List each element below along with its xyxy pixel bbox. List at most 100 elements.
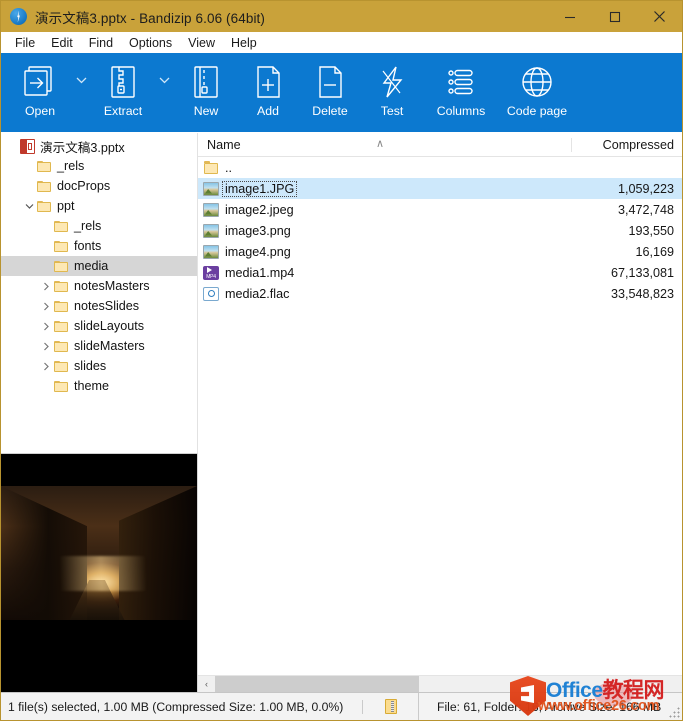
tree-node[interactable]: _rels (1, 216, 197, 236)
tree-node-label: ppt (57, 199, 75, 213)
toolbar-label-columns: Columns (437, 104, 486, 118)
scroll-left-arrow-icon[interactable]: ‹ (198, 676, 215, 693)
table-row[interactable]: image2.jpeg3,472,748 (198, 199, 682, 220)
table-row[interactable]: MP4 media1.mp4 67,133,081 (198, 262, 682, 283)
menu-item-help[interactable]: Help (223, 35, 265, 51)
open-archive-icon (20, 60, 60, 103)
image-icon (203, 203, 219, 217)
folder-icon (37, 200, 52, 213)
chevron-right-icon[interactable] (39, 362, 54, 371)
content-area: 演示文稿3.pptx _rels docProps ppt _relsfonts medi… (1, 133, 682, 692)
preview-building-left (1, 486, 87, 620)
tree-node-label: slideLayouts (74, 319, 144, 333)
column-header-name[interactable]: Name ∧ (198, 138, 571, 152)
tree-node[interactable]: notesSlides (1, 296, 197, 316)
table-row[interactable]: .. (198, 157, 682, 178)
chevron-right-icon[interactable] (39, 342, 54, 351)
tree-node[interactable]: _rels (1, 156, 197, 176)
file-name-cell: media2.flac (198, 287, 571, 301)
preview-sun-rays (60, 556, 146, 591)
folder-icon (37, 160, 52, 173)
menu-item-find[interactable]: Find (81, 35, 121, 51)
toolbar-label-new: New (194, 104, 219, 118)
scrollbar-track[interactable] (419, 676, 682, 693)
toolbar-button-code-page[interactable]: Code page (499, 53, 575, 127)
table-row[interactable]: image4.png16,169 (198, 241, 682, 262)
table-row[interactable]: media2.flac 33,548,823 (198, 283, 682, 304)
file-compressed-size: 33,548,823 (571, 287, 682, 301)
pptx-icon (20, 139, 35, 154)
window-controls (547, 1, 682, 32)
tree-node-label: slideMasters (74, 339, 145, 353)
tree-node[interactable]: ppt (1, 196, 197, 216)
mp4-icon: MP4 (203, 266, 219, 280)
file-name-cell: image1.JPG (198, 182, 571, 196)
horizontal-scrollbar[interactable]: ‹ (198, 675, 682, 692)
chevron-right-icon[interactable] (39, 322, 54, 331)
toolbar-label-code-page: Code page (507, 104, 567, 118)
file-compressed-size: 193,550 (571, 224, 682, 238)
toolbar-button-delete[interactable]: Delete (299, 53, 361, 127)
folder-icon (54, 320, 69, 333)
folder-icon (203, 161, 219, 175)
preview-image (1, 486, 197, 620)
tree-node-label: _rels (74, 219, 101, 233)
tree-node-label: 演示文稿3.pptx (40, 137, 125, 156)
flac-icon (203, 287, 219, 301)
chevron-right-icon[interactable] (39, 302, 54, 311)
toolbar-button-extract[interactable]: Extract (92, 53, 154, 127)
menu-item-edit[interactable]: Edit (43, 35, 81, 51)
tree-node[interactable]: notesMasters (1, 276, 197, 296)
folder-icon (54, 240, 69, 253)
open-dropdown-caret[interactable] (71, 53, 92, 127)
tree-node[interactable]: slides (1, 356, 197, 376)
tree-node[interactable]: 演示文稿3.pptx (1, 136, 197, 156)
tree-node[interactable]: fonts (1, 236, 197, 256)
folder-icon (54, 220, 69, 233)
folder-icon (54, 280, 69, 293)
chevron-right-icon[interactable] (39, 282, 54, 291)
file-name-label: media1.mp4 (223, 266, 296, 280)
toolbar-button-columns[interactable]: Columns (423, 53, 499, 127)
tree-node-label: _rels (57, 159, 84, 173)
folder-icon (54, 260, 69, 273)
folder-tree[interactable]: 演示文稿3.pptx _rels docProps ppt _relsfonts medi… (1, 133, 198, 454)
file-name-label: media2.flac (223, 287, 291, 301)
tree-node[interactable]: theme (1, 376, 197, 396)
toolbar-button-open[interactable]: Open (9, 53, 71, 127)
tree-node[interactable]: docProps (1, 176, 197, 196)
add-file-icon (248, 60, 288, 103)
menu-item-view[interactable]: View (180, 35, 223, 51)
tree-node[interactable]: media (1, 256, 197, 276)
maximize-button[interactable] (592, 1, 637, 32)
menu-item-file[interactable]: File (7, 35, 43, 51)
bandizip-lightning-icon (10, 8, 27, 25)
scrollbar-thumb[interactable] (215, 676, 419, 693)
chevron-down-icon[interactable] (22, 203, 37, 210)
extract-dropdown-caret[interactable] (154, 53, 175, 127)
toolbar-label-delete: Delete (312, 104, 348, 118)
toolbar-button-new[interactable]: New (175, 53, 237, 127)
table-row[interactable]: image3.png193,550 (198, 220, 682, 241)
file-compressed-size: 1,059,223 (571, 182, 682, 196)
file-name-cell: MP4 media1.mp4 (198, 266, 571, 280)
toolbar-button-test[interactable]: Test (361, 53, 423, 127)
tree-node-label: fonts (74, 239, 101, 253)
column-header-compressed[interactable]: Compressed (571, 138, 682, 152)
close-button[interactable] (637, 1, 682, 32)
tree-node[interactable]: slideLayouts (1, 316, 197, 336)
preview-building-right (119, 486, 197, 620)
file-list-body[interactable]: ..image1.JPG1,059,223image2.jpeg3,472,74… (198, 157, 682, 675)
image-icon (203, 245, 219, 259)
extract-zip-icon (103, 60, 143, 103)
image-icon (203, 224, 219, 238)
table-row[interactable]: image1.JPG1,059,223 (198, 178, 682, 199)
toolbar-button-add[interactable]: Add (237, 53, 299, 127)
folder-icon (54, 360, 69, 373)
resize-grip[interactable] (669, 707, 680, 718)
minimize-button[interactable] (547, 1, 592, 32)
file-compressed-size: 67,133,081 (571, 266, 682, 280)
image-icon (203, 182, 219, 196)
tree-node[interactable]: slideMasters (1, 336, 197, 356)
menu-item-options[interactable]: Options (121, 35, 180, 51)
